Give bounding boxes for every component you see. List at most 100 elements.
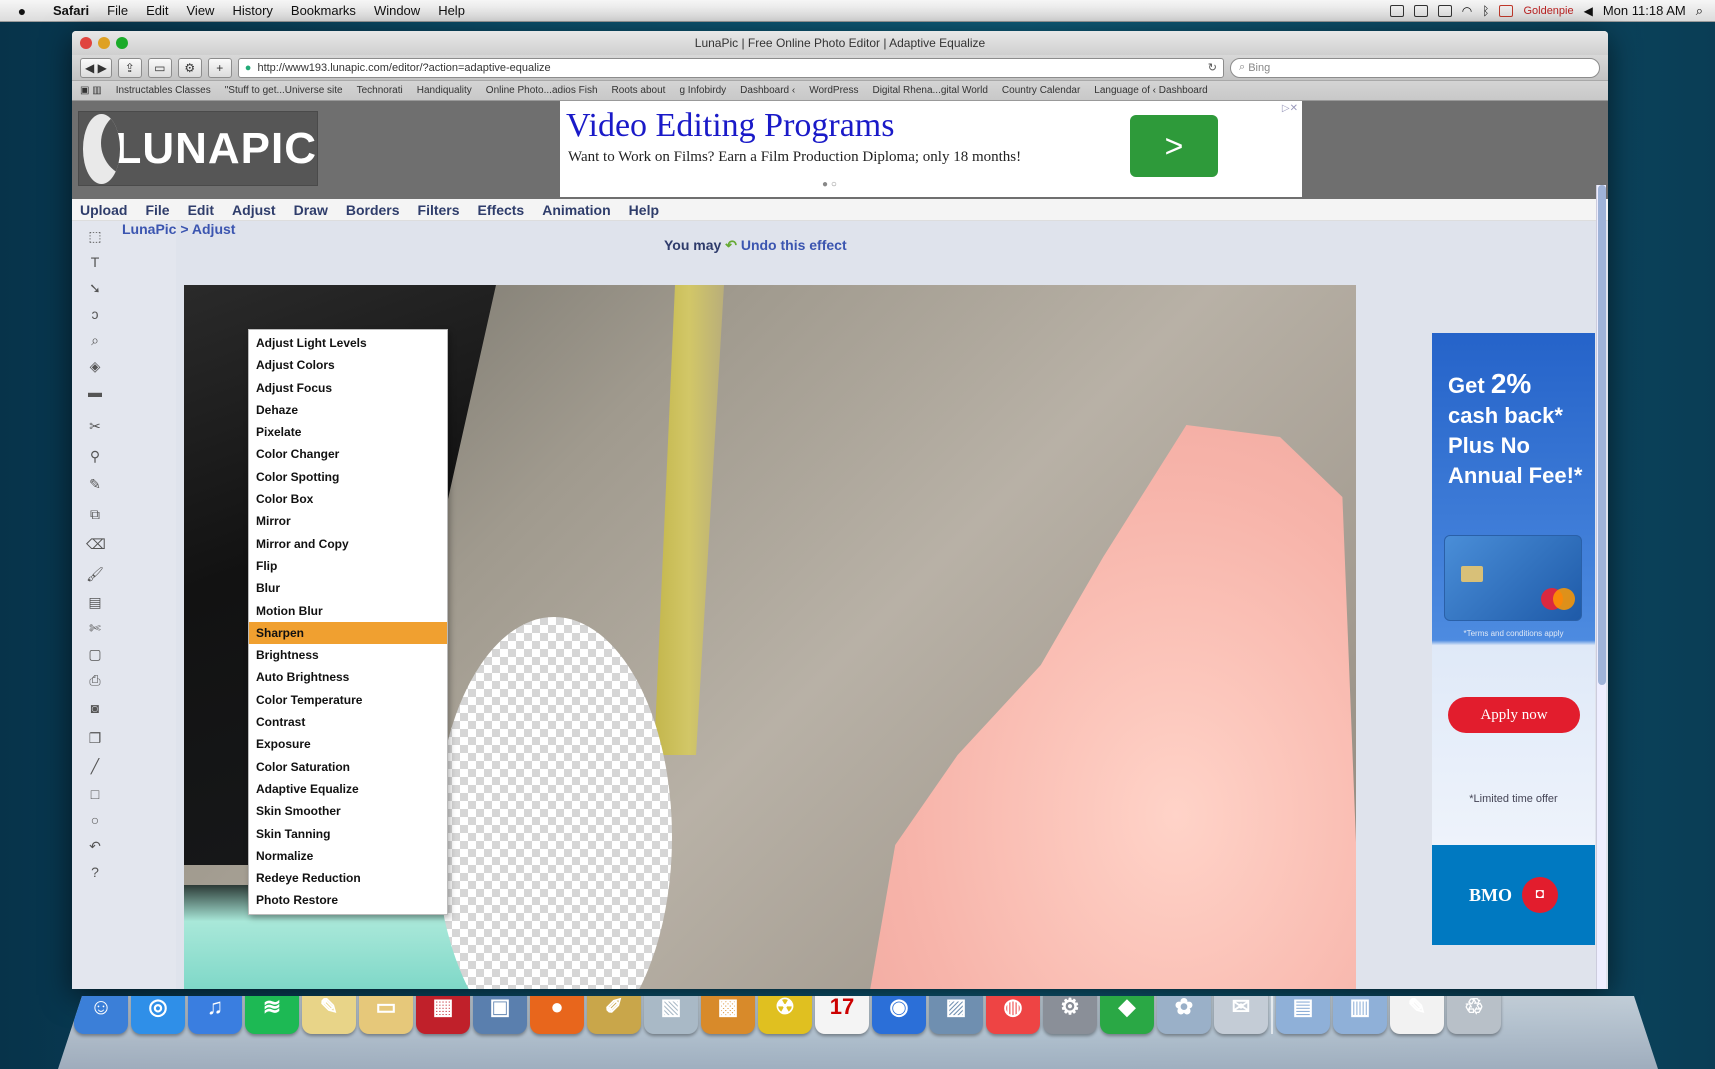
bookmark-item[interactable]: Country Calendar: [1002, 85, 1080, 96]
adjust-menu-item-brightness[interactable]: Brightness: [249, 644, 447, 666]
show-bookmarks-icon[interactable]: ▣ ▥: [80, 85, 102, 96]
save-tool-icon[interactable]: ▤: [86, 593, 104, 611]
select-tool-icon[interactable]: ⬚: [86, 227, 104, 245]
apple-menu-icon[interactable]: ●: [0, 3, 44, 19]
nav-filters[interactable]: Filters: [410, 202, 470, 218]
nav-file[interactable]: File: [137, 202, 179, 218]
undo-tool-icon[interactable]: ↶: [86, 837, 104, 855]
scrollbar-thumb[interactable]: [1598, 185, 1606, 685]
print-tool-icon[interactable]: ⎙: [86, 671, 104, 689]
layers-tool-icon[interactable]: ❐: [86, 729, 104, 747]
adjust-menu-item-flip[interactable]: Flip: [249, 555, 447, 577]
eraser-tool-icon[interactable]: ⌫: [86, 535, 106, 553]
user-name[interactable]: Goldenpie: [1523, 5, 1573, 17]
address-bar[interactable]: ● http://www193.lunapic.com/editor/?acti…: [237, 57, 1224, 78]
eyedropper-tool-icon[interactable]: ⚲: [86, 447, 104, 465]
adjust-menu-item-skin-smoother[interactable]: Skin Smoother: [249, 800, 447, 822]
adjust-menu-item-color-box[interactable]: Color Box: [249, 488, 447, 510]
menu-edit[interactable]: Edit: [137, 3, 177, 18]
cut-tool-icon[interactable]: ✄: [86, 619, 104, 637]
wifi-icon[interactable]: ◠: [1462, 4, 1472, 18]
adjust-menu-item-pixelate[interactable]: Pixelate: [249, 421, 447, 443]
pencil-tool-icon[interactable]: ✎: [86, 475, 104, 493]
bluetooth-icon[interactable]: ᛒ: [1482, 4, 1489, 18]
adjust-menu-item-mirror[interactable]: Mirror: [249, 510, 447, 532]
undo-effect-link[interactable]: Undo this effect: [741, 237, 847, 253]
shield-icon[interactable]: [1389, 4, 1404, 17]
adjust-menu-item-contrast[interactable]: Contrast: [249, 711, 447, 733]
adjust-menu-item-normalize[interactable]: Normalize: [249, 845, 447, 867]
lunapic-logo[interactable]: LUNAPIC: [78, 111, 318, 186]
ellipse-tool-icon[interactable]: ○: [86, 811, 104, 829]
bookmark-item[interactable]: Digital Rhena...gital World: [872, 85, 987, 96]
adjust-menu-item-adjust-focus[interactable]: Adjust Focus: [249, 377, 447, 399]
bookmark-item[interactable]: g Infobirdy: [679, 85, 726, 96]
zoom-tool-icon[interactable]: ⌕: [86, 331, 104, 349]
adjust-menu-item-exposure[interactable]: Exposure: [249, 733, 447, 755]
bookmark-item[interactable]: Handiquality: [417, 85, 472, 96]
menu-history[interactable]: History: [223, 3, 281, 18]
rectangle-tool-icon[interactable]: □: [86, 785, 104, 803]
crop-tool-icon[interactable]: ✂: [86, 417, 104, 435]
share-button[interactable]: ⇪: [117, 57, 142, 78]
back-forward-button[interactable]: ◀ ▶: [80, 57, 112, 78]
timemachine-icon[interactable]: [1437, 4, 1452, 17]
bookmark-item[interactable]: Instructables Classes: [116, 85, 211, 96]
banner-ad[interactable]: Video Editing Programs Want to Work on F…: [560, 101, 1302, 197]
adjust-menu-item-color-changer[interactable]: Color Changer: [249, 443, 447, 465]
adjust-menu-item-motion-blur[interactable]: Motion Blur: [249, 600, 447, 622]
adjust-menu-item-redeye-reduction[interactable]: Redeye Reduction: [249, 867, 447, 889]
adjust-menu-item-adaptive-equalize[interactable]: Adaptive Equalize: [249, 778, 447, 800]
breadcrumb[interactable]: LunaPic > Adjust: [122, 221, 235, 237]
volume-icon[interactable]: ◀: [1584, 4, 1593, 18]
nav-upload[interactable]: Upload: [72, 202, 137, 218]
camera-tool-icon[interactable]: ◙: [86, 699, 104, 717]
display-icon[interactable]: [1413, 4, 1428, 17]
sidebar-ad[interactable]: Get 2% cash back* Plus No Annual Fee!* *…: [1432, 333, 1595, 945]
ad-pager-dots[interactable]: ● ○: [822, 179, 837, 190]
new-tool-icon[interactable]: ▢: [86, 645, 104, 663]
clock[interactable]: Mon 11:18 AM: [1603, 3, 1686, 18]
adjust-menu-item-color-spotting[interactable]: Color Spotting: [249, 466, 447, 488]
nav-edit[interactable]: Edit: [180, 202, 224, 218]
close-window-icon[interactable]: [80, 37, 92, 49]
reader-button[interactable]: ▭: [147, 57, 172, 78]
adjust-menu-item-dehaze[interactable]: Dehaze: [249, 399, 447, 421]
adjust-menu-item-color-saturation[interactable]: Color Saturation: [249, 756, 447, 778]
bmo-footer[interactable]: BMO ◘: [1432, 845, 1595, 945]
bookmark-item[interactable]: Technorati: [357, 85, 403, 96]
menu-window[interactable]: Window: [365, 3, 429, 18]
user-flag-icon[interactable]: [1499, 4, 1514, 17]
adjust-menu-item-mirror-and-copy[interactable]: Mirror and Copy: [249, 533, 447, 555]
adjust-menu-item-adjust-light-levels[interactable]: Adjust Light Levels: [249, 332, 447, 354]
page-scrollbar[interactable]: [1596, 185, 1606, 989]
add-bookmark-button[interactable]: +: [207, 57, 232, 78]
search-field[interactable]: ⌕ Bing: [1230, 57, 1600, 78]
zoom-window-icon[interactable]: [116, 37, 128, 49]
bookmark-item[interactable]: Dashboard ‹: [740, 85, 795, 96]
apply-now-button[interactable]: Apply now: [1448, 697, 1580, 733]
adjust-menu-item-auto-brightness[interactable]: Auto Brightness: [249, 666, 447, 688]
line-tool-icon[interactable]: ▬: [86, 383, 104, 401]
lasso-tool-icon[interactable]: ↄ: [86, 305, 104, 323]
spotlight-icon[interactable]: ⌕: [1696, 3, 1703, 19]
menu-view[interactable]: View: [178, 3, 224, 18]
menu-file[interactable]: File: [98, 3, 137, 18]
nav-adjust[interactable]: Adjust: [224, 202, 286, 218]
nav-animation[interactable]: Animation: [534, 202, 620, 218]
search-placeholder[interactable]: Bing: [1248, 62, 1270, 74]
arrow-tool-icon[interactable]: ➘: [86, 279, 104, 297]
menu-help[interactable]: Help: [429, 3, 474, 18]
adjust-menu-item-sharpen[interactable]: Sharpen: [249, 621, 447, 645]
menu-safari[interactable]: Safari: [44, 3, 98, 18]
bookmark-item[interactable]: Language of ‹ Dashboard: [1094, 85, 1207, 96]
menu-bookmarks[interactable]: Bookmarks: [282, 3, 365, 18]
brush-tool-icon[interactable]: 🖌: [86, 565, 104, 583]
url-text[interactable]: http://www193.lunapic.com/editor/?action…: [257, 62, 550, 74]
copy-tool-icon[interactable]: ⧉: [86, 505, 104, 523]
adjust-menu-item-blur[interactable]: Blur: [249, 577, 447, 599]
adjust-menu-item-skin-tanning[interactable]: Skin Tanning: [249, 823, 447, 845]
minimize-window-icon[interactable]: [98, 37, 110, 49]
nav-help[interactable]: Help: [621, 202, 669, 218]
ad-close-icon[interactable]: ▷✕: [1282, 103, 1298, 114]
